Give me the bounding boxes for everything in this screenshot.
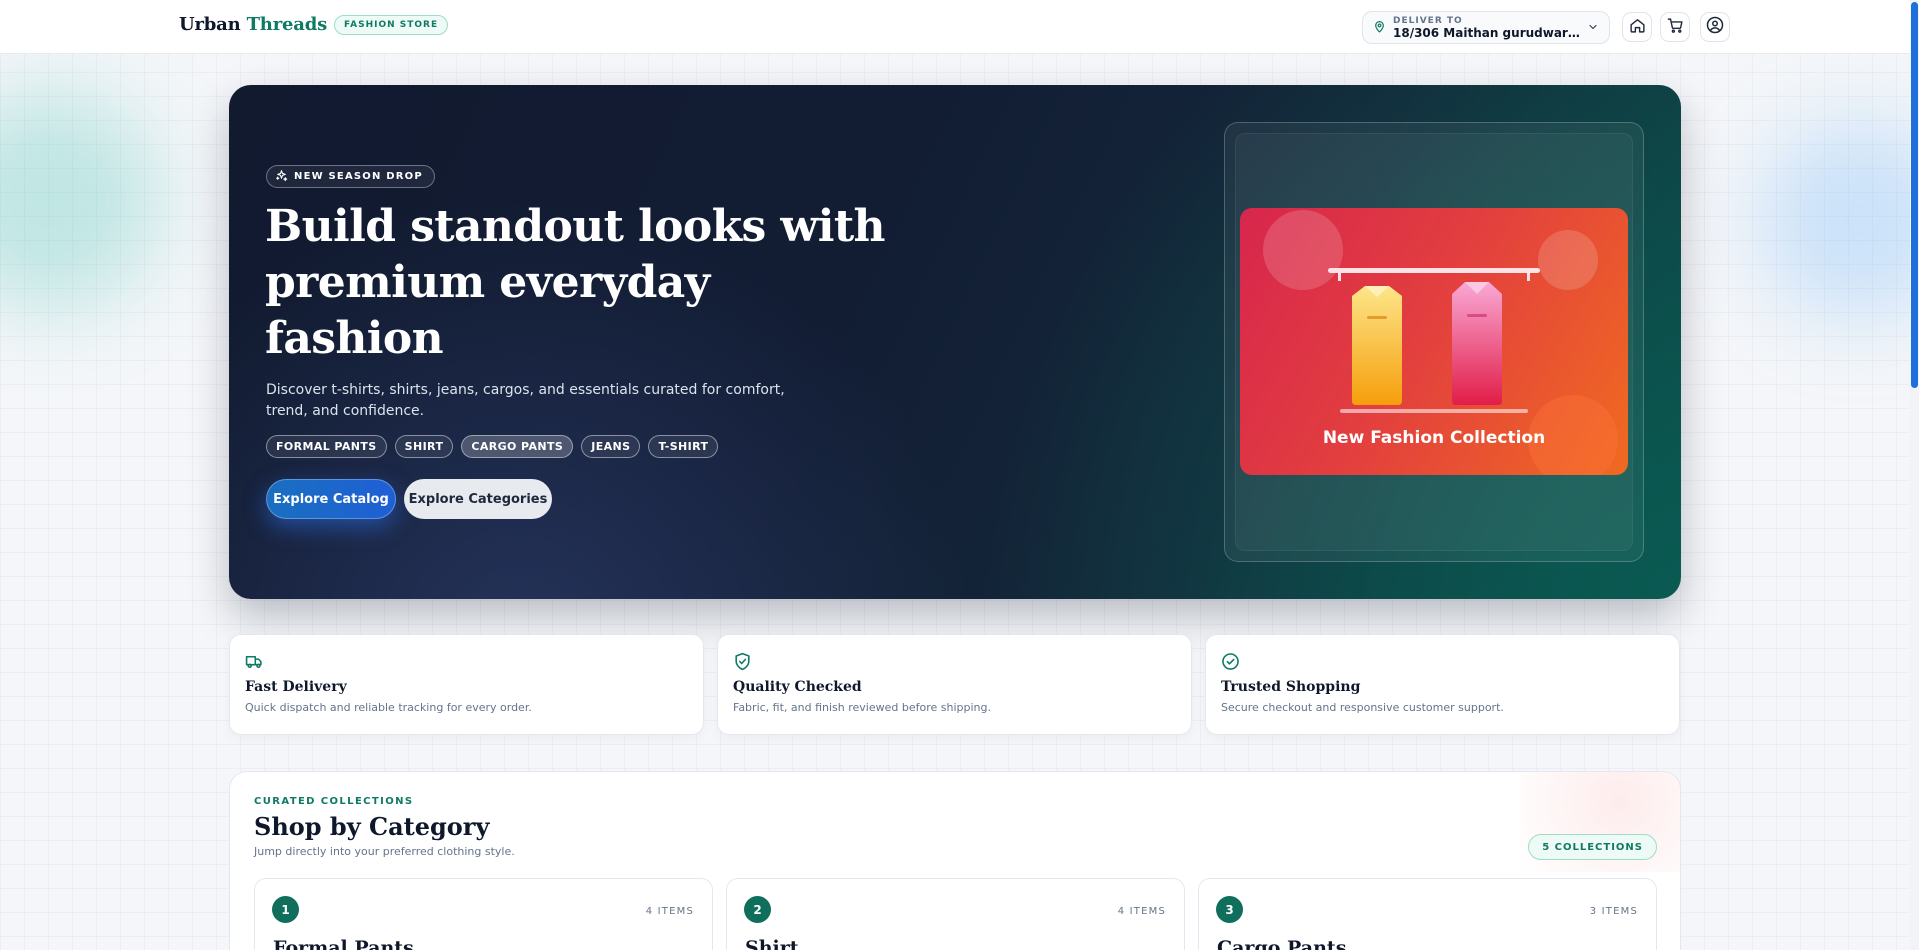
shop-by-category-section: CURATED COLLECTIONS Shop by Category Jum… [229, 771, 1681, 950]
cart-icon [1667, 17, 1684, 38]
section-eyebrow: CURATED COLLECTIONS [254, 796, 414, 807]
explore-catalog-button[interactable]: Explore Catalog [266, 479, 396, 519]
feature-trusted-shopping: Trusted Shopping Secure checkout and res… [1205, 634, 1680, 735]
user-icon [1706, 16, 1724, 38]
scrollbar-thumb[interactable] [1911, 2, 1918, 388]
hero-subtitle: Discover t-shirts, shirts, jeans, cargos… [266, 382, 785, 419]
background-glow-left [0, 90, 160, 310]
brand-badge: FASHION STORE [334, 14, 449, 35]
sparkle-icon [275, 167, 288, 186]
deliver-label: DELIVER TO [1393, 15, 1463, 26]
category-item-count: 4 ITEMS [1117, 906, 1166, 917]
feature-desc: Fabric, fit, and finish reviewed before … [733, 701, 991, 714]
category-card-cargo-pants[interactable]: 3 3 ITEMS Cargo Pants [1198, 878, 1657, 950]
deliver-to-selector[interactable]: DELIVER TO 18/306 Maithan gurudwara a... [1362, 11, 1610, 44]
category-card-formal-pants[interactable]: 1 4 ITEMS Formal Pants [254, 878, 713, 950]
collection-label: New Fashion Collection [1322, 428, 1546, 448]
category-name: Formal Pants [273, 937, 414, 950]
tag-t-shirt[interactable]: T-SHIRT [648, 435, 719, 458]
collections-count-badge: 5 COLLECTIONS [1528, 834, 1657, 860]
new-season-label: NEW SEASON DROP [294, 171, 423, 182]
feature-desc: Secure checkout and responsive customer … [1221, 701, 1504, 714]
category-item-count: 3 ITEMS [1589, 906, 1638, 917]
feature-desc: Quick dispatch and reliable tracking for… [245, 701, 532, 714]
account-button[interactable] [1700, 12, 1730, 42]
tag-formal-pants[interactable]: FORMAL PANTS [266, 435, 387, 458]
top-header: Urban Threads FASHION STORE DELIVER TO 1… [0, 0, 1910, 54]
new-collection-card[interactable]: New Fashion Collection [1240, 208, 1628, 475]
tag-shirt[interactable]: SHIRT [394, 435, 454, 458]
feature-fast-delivery: Fast Delivery Quick dispatch and reliabl… [229, 634, 704, 735]
section-subtitle: Jump directly into your preferred clothi… [254, 845, 515, 858]
home-button[interactable] [1622, 12, 1652, 42]
hero-tag-list: FORMAL PANTS SHIRT CARGO PANTS JEANS T-S… [266, 435, 719, 458]
category-name: Shirt [745, 937, 799, 950]
feature-title: Fast Delivery [245, 679, 347, 695]
check-circle-icon [1221, 652, 1241, 672]
category-name: Cargo Pants [1217, 937, 1347, 950]
chevron-down-icon [1587, 18, 1599, 37]
deliver-address: 18/306 Maithan gurudwara a... [1393, 25, 1580, 40]
home-icon [1629, 17, 1646, 38]
feature-title: Trusted Shopping [1221, 679, 1361, 695]
pin-icon [1373, 18, 1386, 37]
category-number: 2 [744, 896, 771, 923]
brand-name: Urban Threads [179, 14, 328, 35]
background-glow-right [1759, 120, 1919, 320]
hero-banner: NEW SEASON DROP Build standout looks wit… [229, 85, 1681, 599]
shield-check-icon [733, 652, 753, 672]
deliver-text: DELIVER TO 18/306 Maithan gurudwara a... [1393, 16, 1580, 40]
brand[interactable]: Urban Threads FASHION STORE [179, 14, 449, 35]
feature-quality-checked: Quality Checked Fabric, fit, and finish … [717, 634, 1192, 735]
category-card-shirt[interactable]: 2 4 ITEMS Shirt [726, 878, 1185, 950]
explore-categories-button[interactable]: Explore Categories [404, 479, 552, 519]
category-item-count: 4 ITEMS [645, 906, 694, 917]
new-season-chip: NEW SEASON DROP [266, 165, 435, 188]
hero-title: Build standout looks with premium everyd… [265, 201, 886, 364]
tag-jeans[interactable]: JEANS [581, 435, 641, 458]
tag-cargo-pants[interactable]: CARGO PANTS [461, 435, 574, 458]
truck-icon [245, 652, 265, 672]
category-number: 3 [1216, 896, 1243, 923]
category-number: 1 [272, 896, 299, 923]
section-title: Shop by Category [254, 812, 490, 841]
feature-title: Quality Checked [733, 679, 862, 695]
cart-button[interactable] [1660, 12, 1690, 42]
